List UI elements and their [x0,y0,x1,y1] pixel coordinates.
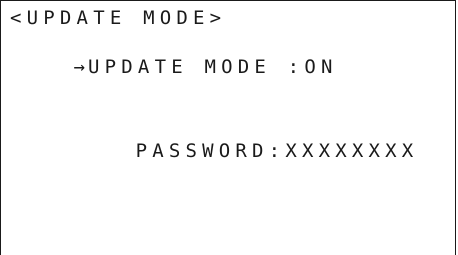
update-mode-label: UPDATE MODE [88,56,272,78]
update-mode-setting[interactable]: → UPDATE MODE :ON [7,39,338,96]
password-value[interactable]: XXXXXXXX [285,140,418,162]
password-label: PASSWORD: [135,140,286,162]
selection-cursor-icon: → [73,56,86,78]
menu-title: <UPDATE MODE> [10,7,227,29]
menu-screen: <UPDATE MODE> → UPDATE MODE :ON PASSWORD:… [0,0,456,255]
setting-separator: : [271,56,305,78]
password-field[interactable]: PASSWORD:XXXXXXXX [69,123,418,180]
update-mode-value[interactable]: ON [304,56,337,78]
